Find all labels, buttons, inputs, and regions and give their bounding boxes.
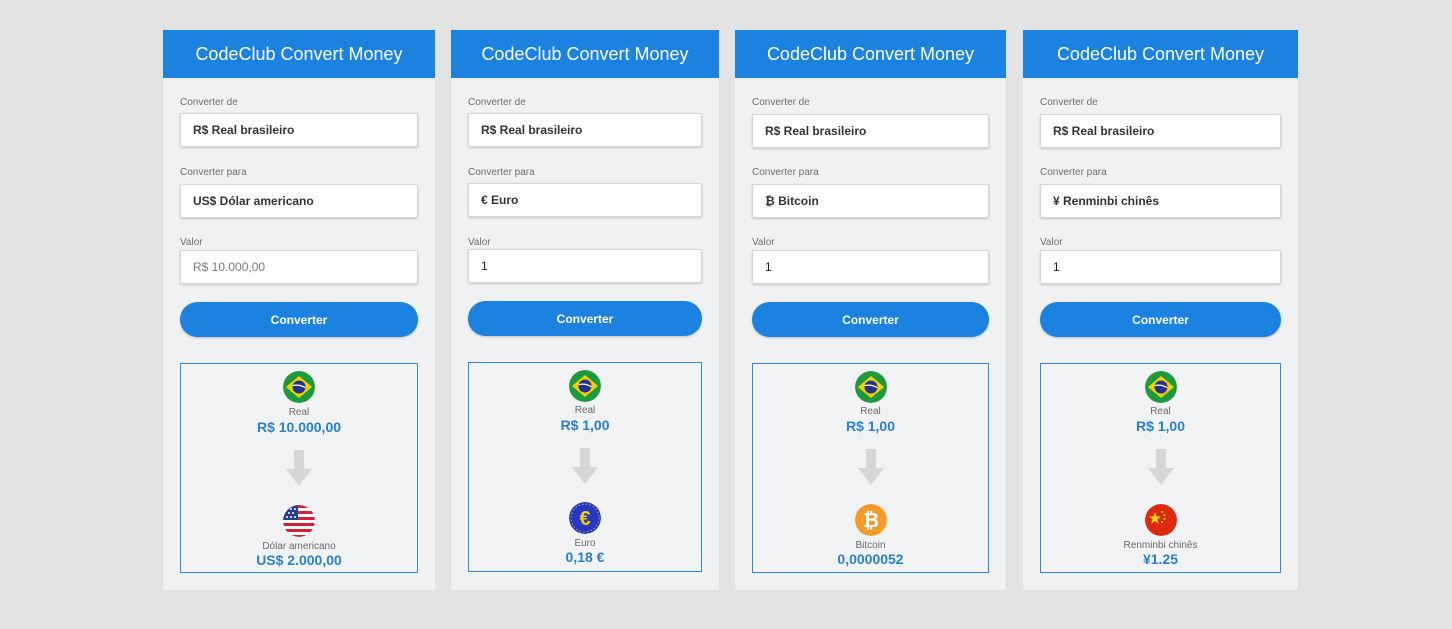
panel-header: CodeClub Convert Money (451, 30, 719, 78)
brazil-flag-icon (854, 371, 887, 403)
result-box: Real R$ 1,00 ₿ Bitcoin 0,0000052 (752, 363, 989, 573)
app-title: CodeClub Convert Money (481, 43, 689, 64)
result-box: Real R$ 1,00 Renminbi chinês ¥1.25 (1040, 363, 1281, 573)
value-label: Valor (468, 237, 491, 248)
from-currency-name: Real (574, 405, 596, 416)
to-currency-name: Renminbi chinês (1123, 540, 1198, 551)
value-input[interactable]: 1 (1040, 250, 1281, 284)
to-label: Converter para (752, 167, 819, 178)
to-currency-value: 0,0000052 (837, 551, 904, 567)
from-currency-value: R$ 1,00 (560, 417, 610, 433)
china-flag-icon (1144, 504, 1177, 536)
value-label: Valor (1040, 237, 1063, 248)
panel-header: CodeClub Convert Money (1023, 30, 1298, 78)
to-currency-name: Bitcoin (855, 540, 886, 551)
converter-panel-3: CodeClub Convert Money Converter de R$ R… (735, 30, 1006, 590)
from-currency-name: Real (1150, 406, 1171, 417)
app-title: CodeClub Convert Money (766, 43, 975, 64)
from-currency-select[interactable]: R$ Real brasileiro (752, 114, 989, 148)
convert-button[interactable]: Converter (752, 302, 989, 337)
svg-text:₿: ₿ (862, 510, 878, 532)
convert-button[interactable]: Converter (180, 302, 418, 337)
panel-header: CodeClub Convert Money (735, 30, 1006, 78)
usa-flag-icon (283, 505, 315, 537)
from-currency-value: R$ 1,00 (1135, 418, 1186, 434)
bitcoin-icon: ₿ (854, 504, 887, 536)
to-currency-value: 0,18 € (565, 549, 605, 565)
from-currency-value: R$ 10.000,00 (256, 419, 342, 435)
to-currency-value: US$ 2.000,00 (256, 552, 342, 568)
to-label: Converter para (180, 167, 247, 178)
brazil-flag-icon (1144, 371, 1177, 403)
to-label: Converter para (468, 167, 535, 178)
from-currency-value: R$ 1,00 (845, 418, 896, 434)
value-input[interactable]: R$ 10.000,00 (180, 250, 418, 284)
converter-panel-2: CodeClub Convert Money Converter de R$ R… (451, 30, 719, 590)
convert-button[interactable]: Converter (1040, 302, 1281, 337)
from-currency-select[interactable]: R$ Real brasileiro (1040, 114, 1281, 148)
svg-text:€: € (579, 508, 590, 530)
arrow-down-icon (1147, 449, 1174, 487)
from-currency-select[interactable]: R$ Real brasileiro (468, 113, 702, 147)
brazil-flag-icon (569, 370, 601, 402)
arrow-down-icon (286, 450, 312, 488)
to-currency-select[interactable]: ¥ Renminbi chinês (1040, 184, 1281, 218)
app-title: CodeClub Convert Money (195, 43, 403, 64)
to-currency-select[interactable]: € Euro (468, 183, 702, 217)
from-label: Converter de (1040, 97, 1098, 108)
convert-button[interactable]: Converter (468, 301, 702, 336)
to-currency-select[interactable]: ₿ Bitcoin (752, 184, 989, 218)
value-label: Valor (180, 237, 203, 248)
to-currency-name: Dólar americano (262, 541, 336, 552)
from-label: Converter de (468, 97, 526, 108)
from-currency-select[interactable]: R$ Real brasileiro (180, 113, 418, 147)
result-box: Real R$ 1,00 € Euro 0,18 € (468, 362, 702, 572)
value-input[interactable]: 1 (752, 250, 989, 284)
to-currency-value: ¥1.25 (1142, 551, 1179, 567)
value-input[interactable]: 1 (468, 249, 702, 283)
to-currency-select[interactable]: US$ Dólar americano (180, 184, 418, 218)
panel-header: CodeClub Convert Money (163, 30, 435, 78)
euro-icon: € (569, 502, 601, 534)
converter-panel-4: CodeClub Convert Money Converter de R$ R… (1023, 30, 1298, 590)
to-label: Converter para (1040, 167, 1107, 178)
app-title: CodeClub Convert Money (1056, 43, 1265, 64)
from-currency-name: Real (860, 406, 881, 417)
from-label: Converter de (180, 97, 238, 108)
brazil-flag-icon (283, 371, 315, 403)
arrow-down-icon (857, 449, 884, 487)
to-currency-name: Euro (574, 538, 596, 549)
converter-panel-1: CodeClub Convert Money Converter de R$ R… (163, 30, 435, 590)
from-label: Converter de (752, 97, 810, 108)
result-box: Real R$ 10.000,00 Dólar americano US$ 2.… (180, 363, 418, 573)
from-currency-name: Real (288, 407, 310, 418)
value-label: Valor (752, 237, 775, 248)
arrow-down-icon (572, 448, 598, 486)
